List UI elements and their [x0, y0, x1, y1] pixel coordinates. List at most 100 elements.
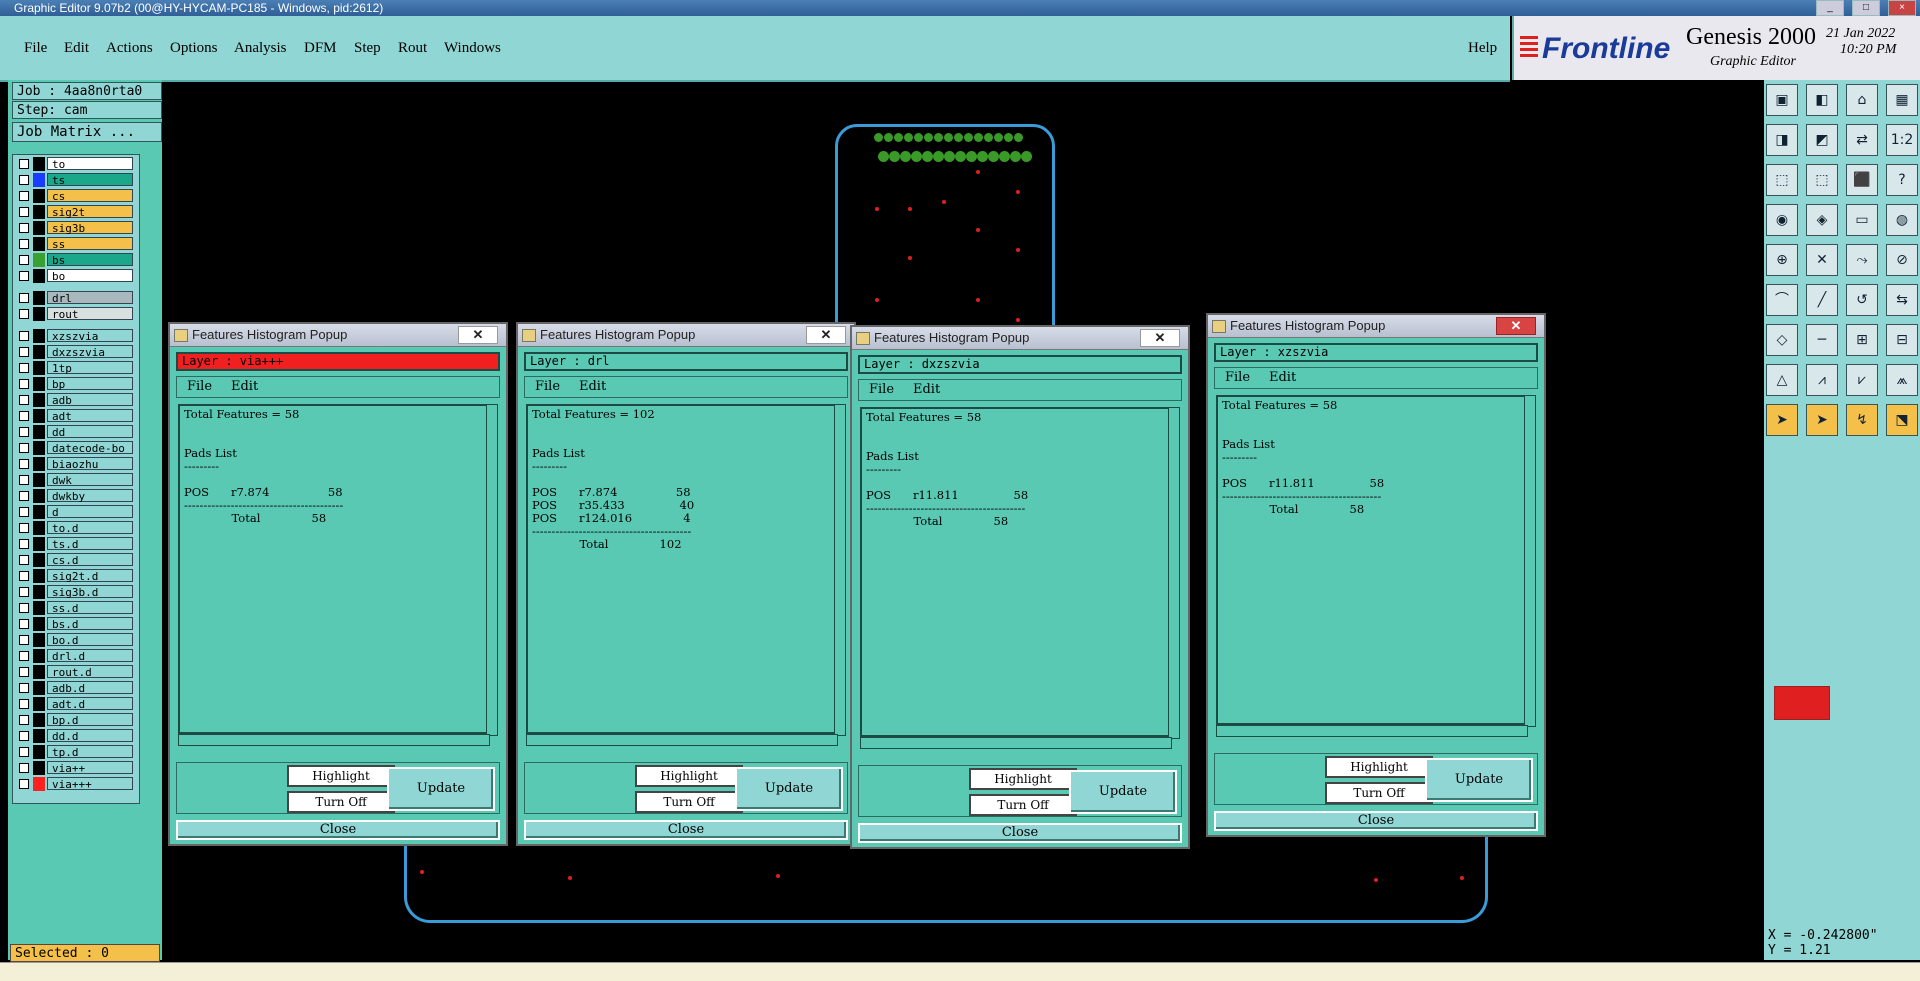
popup-menu-file[interactable]: File: [187, 377, 212, 397]
layer-row-ts-d[interactable]: ts.d: [15, 537, 135, 551]
layer-row-sig3b[interactable]: sig3b: [15, 221, 135, 235]
layer-row-via-[interactable]: via+++: [15, 777, 135, 791]
layer-row-to[interactable]: to: [15, 157, 135, 171]
layer-name[interactable]: xzszvia: [47, 329, 133, 343]
layer-color-swatch[interactable]: [33, 173, 45, 187]
save-icon[interactable]: ⊕: [1766, 244, 1798, 276]
menu-actions[interactable]: Actions: [106, 40, 153, 57]
layer-color-swatch[interactable]: [33, 269, 45, 283]
layer-row-d[interactable]: d: [15, 505, 135, 519]
layer-checkbox[interactable]: [19, 731, 29, 741]
one-to-two-zoom-button[interactable]: 1:2: [1886, 124, 1918, 156]
layer-color-swatch[interactable]: [33, 425, 45, 439]
layer-color-swatch[interactable]: [33, 393, 45, 407]
layer-color-swatch[interactable]: [33, 553, 45, 567]
layer-row-bp-d[interactable]: bp.d: [15, 713, 135, 727]
layer-color-swatch[interactable]: [33, 505, 45, 519]
layer-color-swatch[interactable]: [33, 307, 45, 321]
layer-color-swatch[interactable]: [33, 329, 45, 343]
layer-checkbox[interactable]: [19, 207, 29, 217]
layer-name[interactable]: bp.d: [47, 713, 133, 727]
popup-menu-edit[interactable]: Edit: [913, 380, 940, 400]
layer-checkbox[interactable]: [19, 699, 29, 709]
popup-title-bar[interactable]: Features Histogram Popup ✕: [518, 324, 854, 347]
layer-checkbox[interactable]: [19, 159, 29, 169]
layer-row-via-[interactable]: via++: [15, 761, 135, 775]
home-icon[interactable]: ⩗: [1846, 364, 1878, 396]
popup-menu-file[interactable]: File: [535, 377, 560, 397]
layer-row-ss[interactable]: ss: [15, 237, 135, 251]
layer-row-datecode-bo[interactable]: datecode-bo: [15, 441, 135, 455]
layer-color-swatch[interactable]: [33, 633, 45, 647]
layer-name[interactable]: cs.d: [47, 553, 133, 567]
layer-checkbox[interactable]: [19, 523, 29, 533]
layer-color-swatch[interactable]: [33, 681, 45, 695]
turn-off-button[interactable]: Turn Off: [1325, 782, 1433, 804]
close-button[interactable]: Close: [1214, 811, 1538, 831]
save-icon[interactable]: ◨: [1766, 124, 1798, 156]
layer-name[interactable]: sig3b.d: [47, 585, 133, 599]
home-icon[interactable]: ⊞: [1846, 324, 1878, 356]
layer-row-sig2t[interactable]: sig2t: [15, 205, 135, 219]
layer-row-to-d[interactable]: to.d: [15, 521, 135, 535]
popup-close-icon[interactable]: ✕: [458, 326, 498, 344]
close-button[interactable]: Close: [176, 820, 500, 840]
layer-checkbox[interactable]: [19, 223, 29, 233]
layer-checkbox[interactable]: [19, 191, 29, 201]
popup-menu-edit[interactable]: Edit: [231, 377, 258, 397]
layer-row-drl[interactable]: drl: [15, 291, 135, 305]
layer-row-1tp[interactable]: 1tp: [15, 361, 135, 375]
layer-name[interactable]: sig2t: [47, 205, 133, 219]
layer-checkbox[interactable]: [19, 443, 29, 453]
popup-title-bar[interactable]: Features Histogram Popup ✕: [170, 324, 506, 347]
layer-name[interactable]: bs: [47, 253, 133, 267]
layer-row-cs-d[interactable]: cs.d: [15, 553, 135, 567]
layer-color-swatch[interactable]: [33, 345, 45, 359]
menu-step[interactable]: Step: [354, 40, 381, 57]
layer-checkbox[interactable]: [19, 427, 29, 437]
layer-name[interactable]: dd.d: [47, 729, 133, 743]
vertical-scrollbar[interactable]: [1168, 407, 1180, 739]
layer-checkbox[interactable]: [19, 255, 29, 265]
update-button[interactable]: Update: [1069, 770, 1177, 814]
layer-name[interactable]: via++: [47, 761, 133, 775]
layer-color-swatch[interactable]: [33, 189, 45, 203]
layer-name[interactable]: bo.d: [47, 633, 133, 647]
horizontal-scrollbar[interactable]: [178, 734, 490, 746]
layer-color-swatch[interactable]: [33, 697, 45, 711]
job-matrix-button[interactable]: Job Matrix ...: [12, 122, 162, 142]
popup-menu-file[interactable]: File: [1225, 368, 1250, 388]
layer-row-drl-d[interactable]: drl.d: [15, 649, 135, 663]
open-icon[interactable]: ⬚: [1806, 164, 1838, 196]
layer-checkbox[interactable]: [19, 747, 29, 757]
layer-color-swatch[interactable]: [33, 473, 45, 487]
layer-color-swatch[interactable]: [33, 569, 45, 583]
layer-name[interactable]: adb.d: [47, 681, 133, 695]
layer-checkbox[interactable]: [19, 411, 29, 421]
histogram-text-area[interactable]: Total Features = 58 Pads List --------- …: [178, 404, 498, 746]
popup-close-icon[interactable]: ✕: [1496, 317, 1536, 335]
layer-name[interactable]: adb: [47, 393, 133, 407]
layer-row-adt-d[interactable]: adt.d: [15, 697, 135, 711]
layer-color-swatch[interactable]: [33, 237, 45, 251]
highlight-button[interactable]: Highlight: [635, 765, 743, 787]
menu-help[interactable]: Help: [1468, 40, 1497, 57]
layer-checkbox[interactable]: [19, 491, 29, 501]
layer-row-ts[interactable]: ts: [15, 173, 135, 187]
update-button[interactable]: Update: [735, 767, 843, 811]
layer-checkbox[interactable]: [19, 635, 29, 645]
layer-checkbox[interactable]: [19, 379, 29, 389]
layer-row-ss-d[interactable]: ss.d: [15, 601, 135, 615]
save-icon[interactable]: ➤: [1766, 404, 1798, 436]
layer-name[interactable]: tp.d: [47, 745, 133, 759]
save-icon[interactable]: ⌒: [1766, 284, 1798, 316]
popup-menu-edit[interactable]: Edit: [579, 377, 606, 397]
layer-checkbox[interactable]: [19, 571, 29, 581]
layer-color-swatch[interactable]: [33, 291, 45, 305]
layer-name[interactable]: bs.d: [47, 617, 133, 631]
layer-checkbox[interactable]: [19, 331, 29, 341]
layer-name[interactable]: ts: [47, 173, 133, 187]
layer-row-adt[interactable]: adt: [15, 409, 135, 423]
popup-title-bar[interactable]: Features Histogram Popup ✕: [852, 327, 1188, 350]
layer-name[interactable]: drl.d: [47, 649, 133, 663]
